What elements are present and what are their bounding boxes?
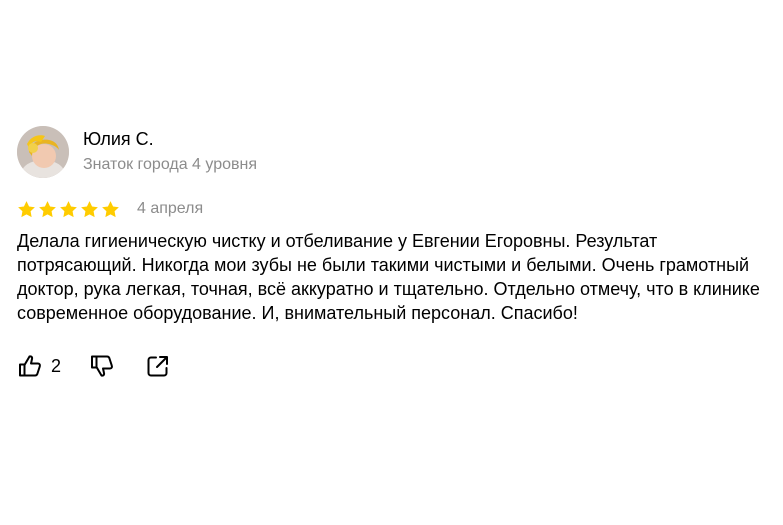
share-icon [147, 356, 169, 377]
author-level: Знаток города 4 уровня [83, 155, 258, 173]
review-text: Делала гигиеническую чистку и отбеливани… [17, 231, 760, 323]
star-icon [81, 200, 98, 217]
dislike-button[interactable] [89, 353, 115, 379]
review-date: 4 апреля [137, 200, 204, 217]
author-info: Юлия С. Знаток города 4 уровня [83, 128, 258, 175]
thumbs-up-icon [19, 355, 41, 377]
share-button[interactable] [145, 353, 171, 379]
star-icon [39, 200, 56, 217]
review-meta: 4 апреля [17, 197, 777, 221]
review-actions: 2 [17, 351, 777, 381]
review-card: Юлия С. Знаток города 4 уровня 4 апреля … [17, 125, 777, 381]
like-button[interactable]: 2 [17, 353, 61, 379]
author-name[interactable]: Юлия С. [83, 128, 257, 150]
star-icon [102, 200, 119, 217]
avatar[interactable] [17, 126, 69, 178]
rating-stars [17, 200, 120, 219]
thumbs-down-icon [91, 355, 113, 377]
star-icon [60, 200, 77, 217]
star-icon [18, 200, 35, 217]
like-count: 2 [51, 355, 62, 376]
user-avatar-image [17, 126, 69, 178]
review-author: Юлия С. Знаток города 4 уровня [17, 125, 777, 179]
